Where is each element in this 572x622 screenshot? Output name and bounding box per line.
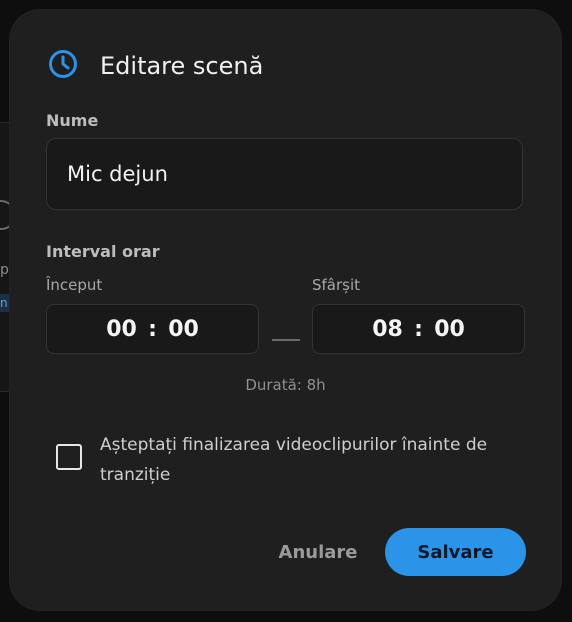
wait-for-videos-label[interactable]: Așteptați finalizarea videoclipurilor în… <box>100 430 530 490</box>
clock-icon <box>49 50 77 78</box>
dialog-title: Editare scenă <box>100 52 264 80</box>
duration-text: Durată: 8h <box>245 376 326 394</box>
start-minutes[interactable]: 00 <box>167 317 201 342</box>
start-time-separator: : <box>148 316 157 342</box>
cancel-button[interactable]: Anulare <box>265 528 371 576</box>
end-time-separator: : <box>414 316 423 342</box>
end-minutes[interactable]: 00 <box>433 317 467 342</box>
interval-label: Interval orar <box>46 242 160 261</box>
start-hours[interactable]: 00 <box>105 317 139 342</box>
start-time-picker[interactable]: 00 : 00 <box>46 304 259 354</box>
name-label: Nume <box>46 111 99 130</box>
range-dash <box>272 339 300 341</box>
save-button[interactable]: Salvare <box>385 528 526 576</box>
name-input[interactable] <box>46 138 523 210</box>
end-label: Sfârșit <box>312 276 361 294</box>
end-time-picker[interactable]: 08 : 00 <box>312 304 525 354</box>
background-text-fragment: p <box>0 262 9 278</box>
end-hours[interactable]: 08 <box>371 317 405 342</box>
wait-for-videos-checkbox[interactable] <box>56 444 82 470</box>
start-label: Început <box>46 276 103 294</box>
edit-scene-dialog: Editare scenă Nume Interval orar Început… <box>10 10 561 610</box>
